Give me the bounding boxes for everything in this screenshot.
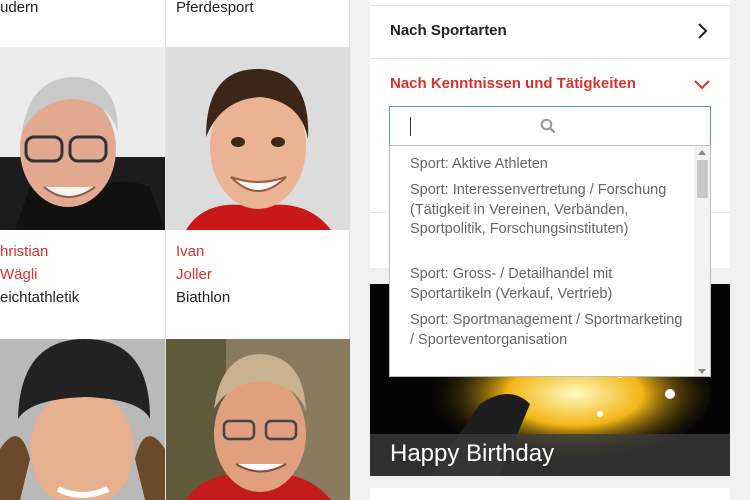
athlete-sport: eichtathletik (0, 289, 80, 306)
dropdown-option[interactable]: Sport: Gross- / Detailhandel mit Sportar… (410, 265, 690, 304)
athlete-photo[interactable] (0, 47, 165, 230)
athlete-sport: Biathlon (176, 289, 231, 306)
athlete-last-name[interactable]: Wägli (0, 263, 38, 286)
athlete-sport: Pferdesport (176, 0, 254, 16)
chevron-right-icon (698, 23, 708, 39)
filter-sportarten[interactable]: Nach Sportarten (370, 5, 730, 57)
filter-kenntnisse-label: Nach Kenntnissen und Tätigkeiten (390, 75, 636, 92)
athlete-photo[interactable] (0, 339, 165, 500)
birthday-title: Happy Birthday (390, 440, 555, 467)
search-icon (540, 118, 556, 134)
filter-kenntnisse[interactable]: Nach Kenntnissen und Tätigkeiten (370, 58, 730, 110)
filter-sportarten-label: Nach Sportarten (390, 22, 507, 39)
text-cursor (410, 117, 411, 136)
athlete-sport: udern (0, 0, 39, 16)
athlete-first-name[interactable]: Ivan (176, 240, 204, 263)
athlete-first-name[interactable]: hristian (0, 240, 48, 263)
athlete-last-name[interactable]: Joller (176, 263, 212, 286)
scroll-down-arrow-icon[interactable] (698, 369, 706, 374)
scrollbar-thumb[interactable] (697, 160, 708, 198)
athlete-photo[interactable] (166, 339, 350, 500)
athlete-photo[interactable] (166, 47, 350, 230)
skills-dropdown[interactable]: Sport: Aktive Athleten Sport: Interessen… (389, 145, 711, 377)
dropdown-option[interactable]: Sport: Interessenvertretung / Forschung … (410, 181, 690, 240)
chevron-down-icon (694, 80, 710, 90)
birthday-label: Happy Birthday (370, 434, 730, 476)
search-input[interactable] (389, 106, 711, 146)
dropdown-scrollbar[interactable] (694, 146, 710, 376)
athlete-grid: udern Pferdesport hristian Wägli eichtat… (0, 0, 350, 500)
dropdown-option[interactable]: Sport: Sportmanagement / Sportmarketing … (410, 311, 690, 350)
dropdown-option[interactable]: Sport: Aktive Athleten (410, 155, 690, 175)
birthday-list (370, 488, 730, 500)
scroll-up-arrow-icon[interactable] (698, 150, 706, 155)
